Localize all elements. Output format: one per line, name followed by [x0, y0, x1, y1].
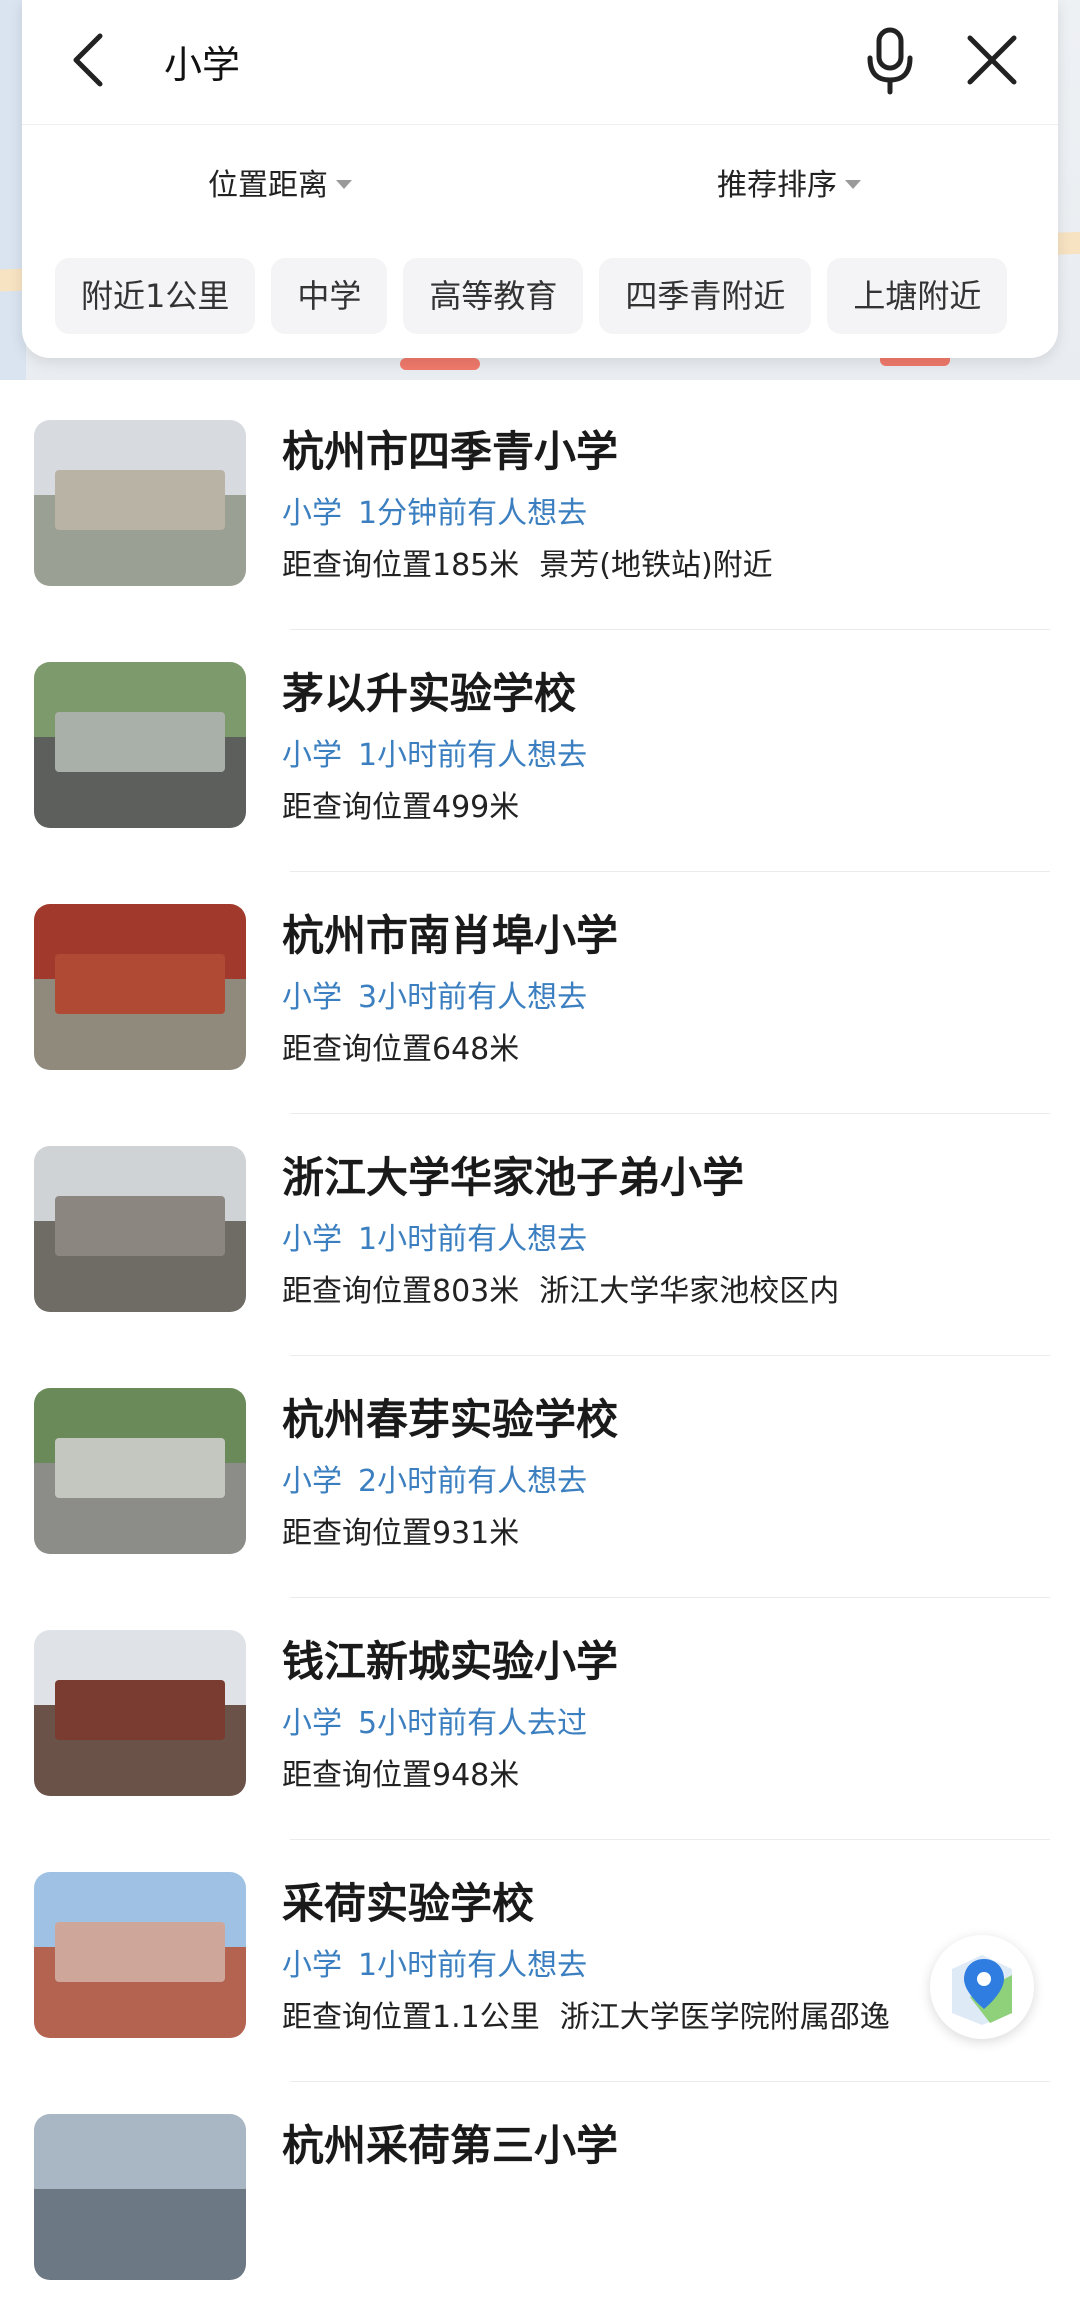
result-category: 小学 — [282, 738, 342, 773]
result-distance-line: 距查询位置499米 — [282, 782, 539, 826]
search-panel: 小学 位置距离 推荐排序 附近1公里 中学 高等教育 四季青附近 上塘附近 — [22, 0, 1058, 358]
result-title: 浙江大学华家池子弟小学 — [282, 1153, 745, 1202]
result-distance-line: 距查询位置948米 — [282, 1750, 539, 1794]
result-distance: 距查询位置1.1公里 — [282, 2000, 540, 2035]
result-distance: 距查询位置185米 — [282, 548, 520, 583]
voice-search-button[interactable] — [862, 26, 918, 96]
result-meta: 小学 1分钟前有人想去 — [282, 488, 587, 532]
result-item[interactable]: 钱江新城实验小学 小学 5小时前有人去过 距查询位置948米 — [0, 1598, 1080, 1840]
school-photo — [34, 662, 246, 828]
result-category: 小学 — [282, 1948, 342, 1983]
result-activity: 2小时前有人想去 — [358, 1464, 588, 1499]
tag-chip[interactable]: 附近1公里 — [55, 258, 256, 334]
result-activity: 1分钟前有人想去 — [358, 496, 588, 531]
result-distance: 距查询位置803米 — [282, 1274, 520, 1309]
result-title: 杭州春芽实验学校 — [282, 1395, 619, 1444]
result-category: 小学 — [282, 1464, 342, 1499]
result-item[interactable]: 杭州市南肖埠小学 小学 3小时前有人想去 距查询位置648米 — [0, 872, 1080, 1114]
quick-tag-row: 附近1公里 中学 高等教育 四季青附近 上塘附近 — [55, 258, 1008, 334]
result-distance: 距查询位置948米 — [282, 1758, 520, 1793]
microphone-icon — [867, 27, 913, 95]
result-activity: 5小时前有人去过 — [358, 1706, 588, 1741]
result-title: 采荷实验学校 — [282, 1879, 535, 1928]
result-distance: 距查询位置648米 — [282, 1032, 520, 1067]
result-item[interactable]: 茅以升实验学校 小学 1小时前有人想去 距查询位置499米 — [0, 630, 1080, 872]
result-category: 小学 — [282, 980, 342, 1015]
result-distance-line: 距查询位置931米 — [282, 1508, 539, 1552]
result-item[interactable]: 浙江大学华家池子弟小学 小学 1小时前有人想去 距查询位置803米 浙江大学华家池校… — [0, 1114, 1080, 1356]
result-meta: 小学 3小时前有人想去 — [282, 972, 587, 1016]
result-activity: 1小时前有人想去 — [358, 1948, 588, 1983]
school-photo — [34, 904, 246, 1070]
result-title: 杭州市南肖埠小学 — [282, 911, 619, 960]
search-bar: 小学 — [22, 0, 1058, 125]
result-meta: 小学 2小时前有人想去 — [282, 1456, 587, 1500]
result-item[interactable]: 杭州春芽实验学校 小学 2小时前有人想去 距查询位置931米 — [0, 1356, 1080, 1598]
result-distance-line: 距查询位置803米 浙江大学华家池校区内 — [282, 1266, 839, 1310]
school-photo — [34, 2114, 246, 2280]
result-meta: 小学 1小时前有人想去 — [282, 1214, 587, 1258]
map-location-button[interactable] — [930, 1935, 1034, 2039]
chevron-left-icon — [73, 33, 103, 87]
result-location-note: 浙江大学医学院附属邵逸 — [559, 2000, 890, 2035]
result-category: 小学 — [282, 496, 342, 531]
close-icon — [967, 35, 1017, 85]
sort-filter-dropdown[interactable]: 推荐排序 — [717, 160, 861, 204]
tag-chip[interactable]: 上塘附近 — [827, 258, 1008, 334]
caret-down-icon — [845, 179, 861, 189]
result-distance: 距查询位置499米 — [282, 790, 520, 825]
result-item[interactable]: 杭州采荷第三小学 — [0, 2082, 1080, 2324]
result-activity: 1小时前有人想去 — [358, 738, 588, 773]
result-category: 小学 — [282, 1222, 342, 1257]
school-photo — [34, 1388, 246, 1554]
result-location-note: 景芳(地铁站)附近 — [539, 548, 773, 583]
result-meta: 小学 5小时前有人去过 — [282, 1698, 587, 1742]
school-photo — [34, 1146, 246, 1312]
result-distance-line: 距查询位置185米 景芳(地铁站)附近 — [282, 540, 773, 584]
result-activity: 1小时前有人想去 — [358, 1222, 588, 1257]
search-query[interactable]: 小学 — [164, 34, 240, 89]
sort-filter-label: 推荐排序 — [717, 168, 837, 203]
result-category: 小学 — [282, 1706, 342, 1741]
tag-chip[interactable]: 高等教育 — [403, 258, 584, 334]
result-item[interactable]: 杭州市四季青小学 小学 1分钟前有人想去 距查询位置185米 景芳(地铁站)附近 — [0, 388, 1080, 630]
tag-chip[interactable]: 中学 — [271, 258, 388, 334]
result-location-note: 浙江大学华家池校区内 — [539, 1274, 840, 1309]
result-title: 杭州市四季青小学 — [282, 427, 619, 476]
map-location-icon — [952, 1955, 1012, 2025]
distance-filter-label: 位置距离 — [208, 168, 328, 203]
result-item[interactable]: 采荷实验学校 小学 1小时前有人想去 距查询位置1.1公里 浙江大学医学院附属邵逸 — [0, 1840, 1080, 2082]
caret-down-icon — [336, 179, 352, 189]
school-photo — [34, 1630, 246, 1796]
school-photo — [34, 420, 246, 586]
back-button[interactable] — [62, 28, 118, 92]
result-title: 茅以升实验学校 — [282, 669, 577, 718]
result-meta: 小学 1小时前有人想去 — [282, 730, 587, 774]
tag-chip[interactable]: 四季青附近 — [599, 258, 812, 334]
result-distance-line: 距查询位置648米 — [282, 1024, 539, 1068]
clear-search-button[interactable] — [962, 30, 1022, 90]
result-distance: 距查询位置931米 — [282, 1516, 520, 1551]
result-activity: 3小时前有人想去 — [358, 980, 588, 1015]
school-photo — [34, 1872, 246, 2038]
result-title: 杭州采荷第三小学 — [282, 2121, 619, 2170]
result-title: 钱江新城实验小学 — [282, 1637, 619, 1686]
result-distance-line: 距查询位置1.1公里 浙江大学医学院附属邵逸 — [282, 1992, 890, 2036]
result-meta: 小学 1小时前有人想去 — [282, 1940, 587, 1984]
distance-filter-dropdown[interactable]: 位置距离 — [208, 160, 352, 204]
